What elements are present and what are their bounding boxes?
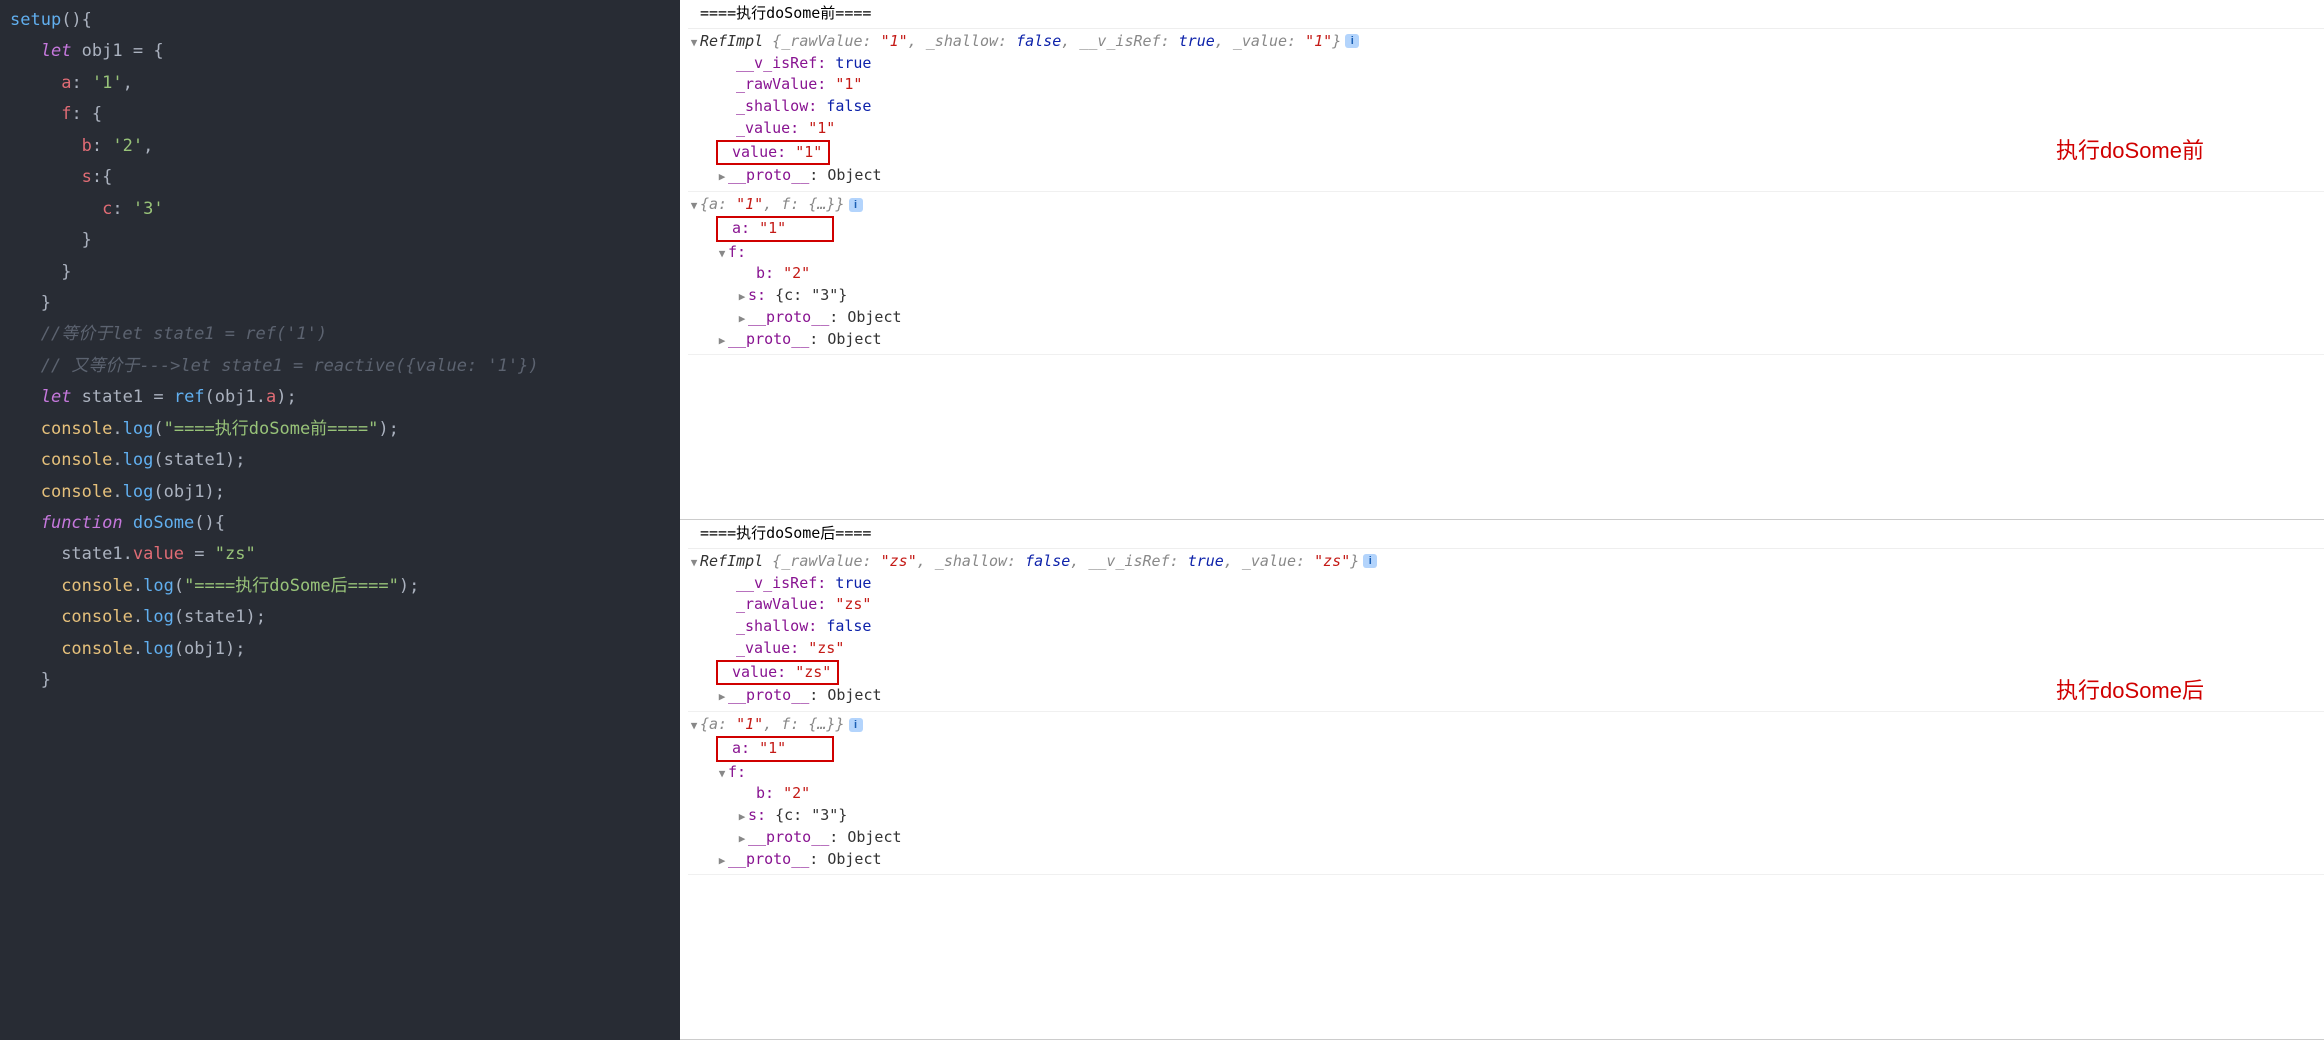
- code-line: function doSome(){: [10, 508, 670, 539]
- code-line: c: '3': [10, 194, 670, 225]
- code-line: state1.value = "zs": [10, 539, 670, 570]
- console-object-obj1[interactable]: ▼{a: "1", f: {…}}i a: "1" ▼f: b: "2" ▶s:…: [688, 712, 2324, 875]
- prop-proto[interactable]: ▶__proto__: Object: [688, 849, 2324, 871]
- code-line: }: [10, 665, 670, 696]
- prop-proto[interactable]: ▶__proto__: Object: [688, 827, 2324, 849]
- chevron-right-icon[interactable]: ▶: [716, 689, 728, 705]
- console-panel[interactable]: ====执行doSome前==== ▼RefImpl {_rawValue: "…: [680, 0, 2324, 1040]
- code-line: }: [10, 288, 670, 319]
- code-editor[interactable]: setup(){ let obj1 = { a: '1', f: { b: '2…: [0, 0, 680, 1040]
- code-line: s:{: [10, 162, 670, 193]
- chevron-right-icon[interactable]: ▶: [736, 289, 748, 305]
- code-line: console.log(obj1);: [10, 477, 670, 508]
- code-line: console.log(state1);: [10, 445, 670, 476]
- prop-b: b: "2": [688, 783, 2324, 805]
- chevron-right-icon[interactable]: ▶: [716, 853, 728, 869]
- code-line: f: {: [10, 99, 670, 130]
- code-line: setup(){: [10, 5, 670, 36]
- prop-s[interactable]: ▶s: {c: "3"}: [688, 285, 2324, 307]
- prop-isref: __v_isRef: true: [688, 53, 2324, 75]
- info-icon[interactable]: i: [849, 718, 863, 732]
- chevron-down-icon[interactable]: ▼: [688, 718, 700, 734]
- prop-f[interactable]: ▼f:: [688, 762, 2324, 784]
- prop-s[interactable]: ▶s: {c: "3"}: [688, 805, 2324, 827]
- prop-proto[interactable]: ▶__proto__: Object: [688, 329, 2324, 351]
- console-log-header: ====执行doSome前====: [688, 0, 2324, 29]
- prop-shallow: _shallow: false: [688, 96, 2324, 118]
- console-before-block: ====执行doSome前==== ▼RefImpl {_rawValue: "…: [680, 0, 2324, 520]
- code-line: console.log("====执行doSome后====");: [10, 571, 670, 602]
- code-line: console.log(obj1);: [10, 634, 670, 665]
- code-line: let state1 = ref(obj1.a);: [10, 382, 670, 413]
- chevron-down-icon[interactable]: ▼: [716, 246, 728, 262]
- chevron-right-icon[interactable]: ▶: [736, 809, 748, 825]
- code-line: console.log("====执行doSome前====");: [10, 414, 670, 445]
- chevron-right-icon[interactable]: ▶: [716, 333, 728, 349]
- chevron-down-icon[interactable]: ▼: [688, 35, 700, 51]
- chevron-right-icon[interactable]: ▶: [736, 831, 748, 847]
- console-log-header: ====执行doSome后====: [688, 520, 2324, 549]
- code-line: }: [10, 225, 670, 256]
- chevron-down-icon[interactable]: ▼: [688, 198, 700, 214]
- prop-ivalue: _value: "zs": [688, 638, 2324, 660]
- code-comment: //等价于let state1 = ref('1'): [10, 319, 670, 350]
- chevron-down-icon[interactable]: ▼: [688, 555, 700, 571]
- chevron-right-icon[interactable]: ▶: [716, 169, 728, 185]
- annotation-before: 执行doSome前: [2056, 135, 2204, 167]
- prop-shallow: _shallow: false: [688, 616, 2324, 638]
- prop-rawvalue: _rawValue: "zs": [688, 594, 2324, 616]
- chevron-right-icon[interactable]: ▶: [736, 311, 748, 327]
- prop-rawvalue: _rawValue: "1": [688, 74, 2324, 96]
- annotation-after: 执行doSome后: [2056, 675, 2204, 707]
- prop-f[interactable]: ▼f:: [688, 242, 2324, 264]
- console-after-block: ====执行doSome后==== ▼RefImpl {_rawValue: "…: [680, 520, 2324, 1040]
- prop-proto[interactable]: ▶__proto__: Object: [688, 165, 2324, 187]
- console-object-ref[interactable]: ▼RefImpl {_rawValue: "1", _shallow: fals…: [688, 29, 2324, 192]
- chevron-down-icon[interactable]: ▼: [716, 766, 728, 782]
- info-icon[interactable]: i: [849, 198, 863, 212]
- code-line: b: '2',: [10, 131, 670, 162]
- code-line: let obj1 = {: [10, 36, 670, 67]
- console-object-obj1[interactable]: ▼{a: "1", f: {…}}i a: "1" ▼f: b: "2" ▶s:…: [688, 192, 2324, 355]
- prop-proto[interactable]: ▶__proto__: Object: [688, 307, 2324, 329]
- code-comment: // 又等价于--->let state1 = reactive({value:…: [10, 351, 670, 382]
- prop-a-highlighted: a: "1": [688, 216, 2324, 242]
- info-icon[interactable]: i: [1345, 34, 1359, 48]
- prop-a-highlighted: a: "1": [688, 736, 2324, 762]
- prop-isref: __v_isRef: true: [688, 573, 2324, 595]
- code-line: console.log(state1);: [10, 602, 670, 633]
- prop-b: b: "2": [688, 263, 2324, 285]
- code-line: a: '1',: [10, 68, 670, 99]
- code-line: }: [10, 257, 670, 288]
- info-icon[interactable]: i: [1363, 554, 1377, 568]
